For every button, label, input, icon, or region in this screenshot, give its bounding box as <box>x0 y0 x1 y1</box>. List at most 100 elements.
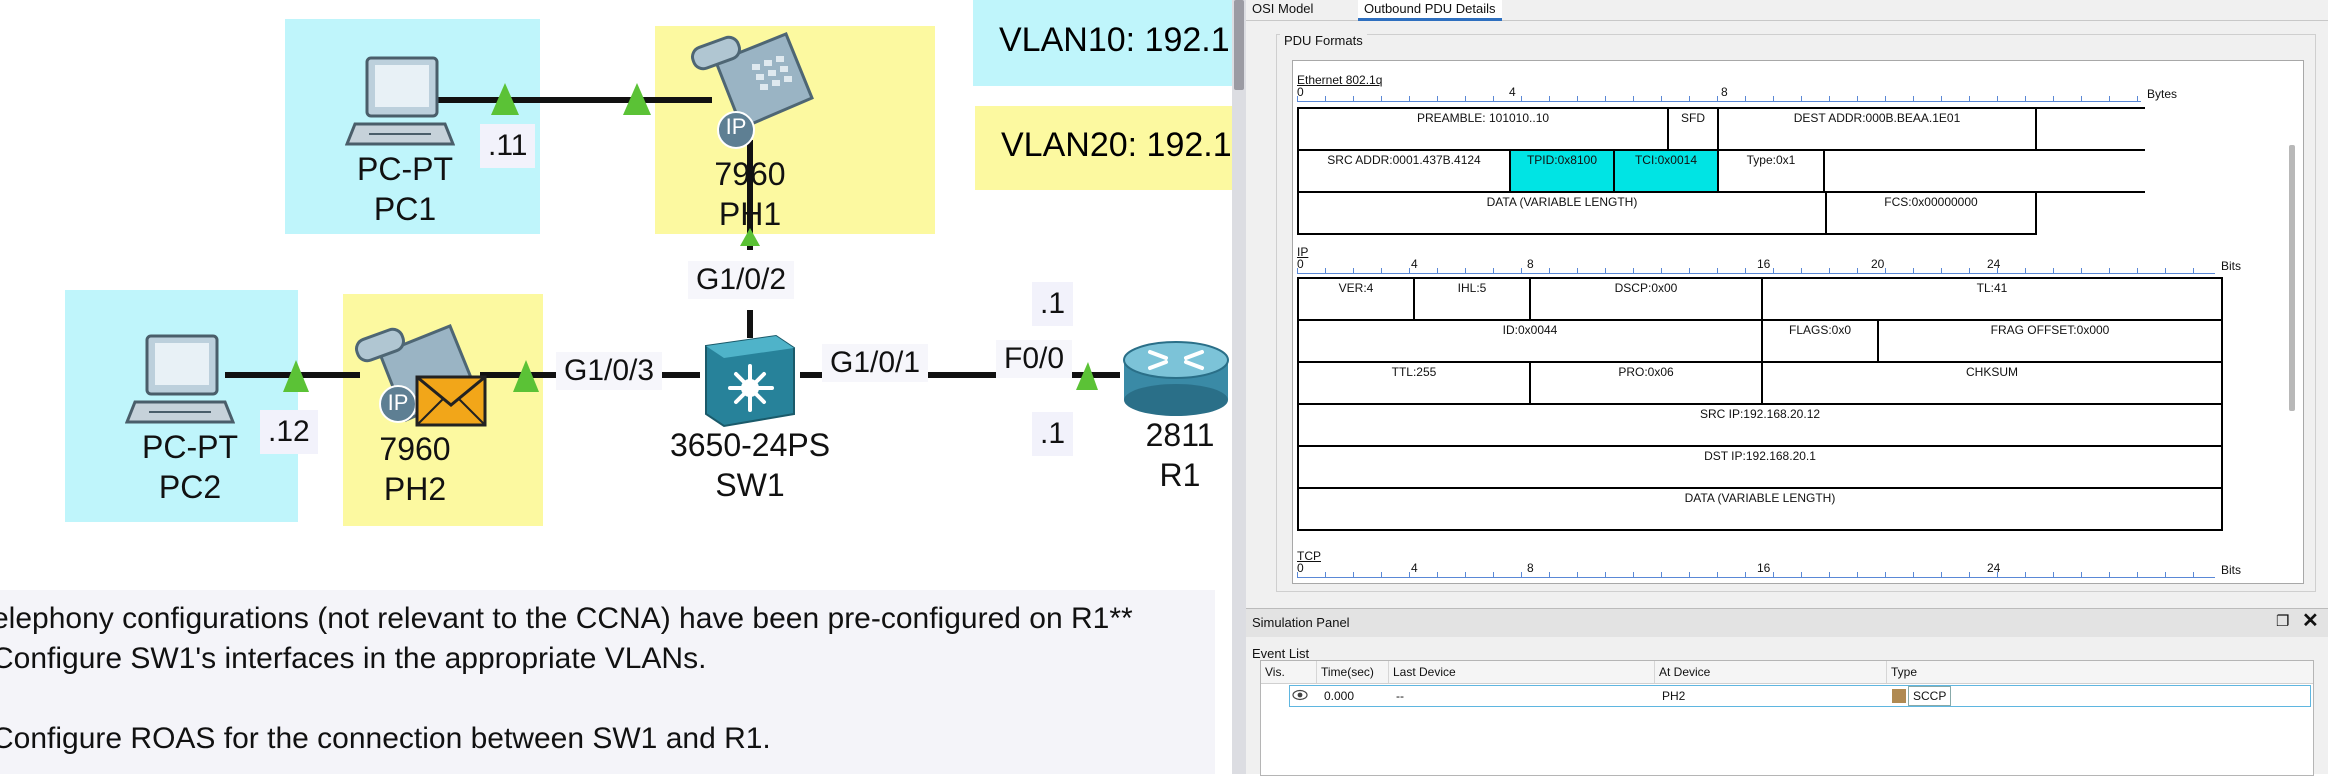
r1-ip-label-bottom: .1 <box>1032 412 1074 456</box>
pdu-formats-title: PDU Formats <box>1280 33 1367 48</box>
event-time: 0.000 <box>1324 689 1355 703</box>
ruler-tick <box>1465 572 1466 577</box>
ruler-tick <box>1353 268 1354 273</box>
tcp-ruler: 0 4 8 16 24 <box>1297 561 2215 578</box>
ruler-tick <box>2137 268 2138 273</box>
topology-canvas[interactable]: VLAN10: 192.1 VLAN20: 192.1 PC-PT PC1 .1… <box>0 0 1232 774</box>
ruler-tick <box>1997 268 1998 273</box>
column-header-type[interactable]: Type <box>1887 661 2313 683</box>
ruler-tick <box>1465 268 1466 273</box>
ruler-tick-label: 16 <box>1757 561 1771 575</box>
ethernet-unit: Bytes <box>2147 87 2178 101</box>
ruler-tick <box>1717 268 1718 273</box>
ph1-model-label: 7960 <box>714 156 786 192</box>
ruler-tick <box>1549 268 1550 273</box>
ruler-tick <box>1661 96 1662 101</box>
pc2-icon[interactable] <box>125 330 235 430</box>
column-header-vis[interactable]: Vis. <box>1261 661 1317 683</box>
eth-type-continued <box>1823 149 2145 193</box>
event-list-label: Event List <box>1252 646 1310 661</box>
pc1-ip-label: .11 <box>480 124 536 168</box>
eth-type-field: Type:0x1 <box>1717 149 1825 193</box>
ruler-tick <box>1381 268 1382 273</box>
eth-tci-field: TCI:0x0014 <box>1613 149 1719 193</box>
event-row[interactable]: 0.000 -- PH2 SCCP <box>1289 685 2311 707</box>
ruler-tick-label: 4 <box>1411 257 1418 271</box>
ruler-tick <box>1689 96 1690 101</box>
port-label-sw-r1: G1/0/1 <box>822 344 929 382</box>
scrollbar-thumb[interactable] <box>1234 0 1244 90</box>
ruler-tick <box>1969 268 1970 273</box>
ruler-tick <box>2025 268 2026 273</box>
ruler-tick <box>1409 268 1410 273</box>
ruler-tick <box>1353 96 1354 101</box>
tab-outbound-pdu-details[interactable]: Outbound PDU Details <box>1358 0 1502 21</box>
ruler-tick <box>1325 268 1326 273</box>
port-label-r1: F0/0 <box>996 340 1073 378</box>
ruler-tick <box>2025 96 2026 101</box>
undock-icon[interactable]: ❐ <box>2276 613 2294 631</box>
instructions-note[interactable]: elephony configurations (not relevant to… <box>0 590 1215 774</box>
ruler-tick <box>1605 96 1606 101</box>
eye-icon[interactable] <box>1292 688 1308 702</box>
ph2-ip-badge: IP <box>387 390 409 415</box>
r1-ip-label-top: .1 <box>1032 282 1074 326</box>
pdu-scrollbar-thumb[interactable] <box>2289 145 2295 411</box>
ruler-tick <box>2193 268 2194 273</box>
ruler-tick <box>1297 96 1298 101</box>
ruler-tick <box>1297 268 1298 273</box>
close-icon[interactable]: ✕ <box>2302 611 2320 631</box>
r1-router-icon[interactable] <box>1120 330 1232 420</box>
canvas-vertical-scrollbar[interactable] <box>1232 0 1246 774</box>
tab-osi-model[interactable]: OSI Model <box>1246 0 1319 18</box>
pc1-model-label: PC-PT <box>357 151 453 187</box>
ruler-tick <box>2109 268 2110 273</box>
ruler-tick-label: 8 <box>1527 257 1534 271</box>
event-list-table[interactable]: Vis. Time(sec) Last Device At Device Typ… <box>1260 660 2314 776</box>
sw1-switch-icon[interactable] <box>700 330 800 430</box>
r1-model-label: 2811 <box>1145 417 1215 453</box>
ruler-tick <box>1521 96 1522 101</box>
instruction-line: Configure ROAS for the connection betwee… <box>0 722 771 755</box>
ruler-tick <box>1801 572 1802 577</box>
ruler-tick <box>1577 572 1578 577</box>
ruler-tick <box>1997 96 1998 101</box>
column-header-at-device[interactable]: At Device <box>1655 661 1887 683</box>
pdu-formats-area[interactable]: Ethernet 802.1q 0 4 8 Bytes PREAMBLE: 10… <box>1292 60 2304 584</box>
pc1-icon[interactable] <box>345 52 455 152</box>
sw1-model-label: 3650-24PS <box>669 427 831 463</box>
envelope-icon[interactable] <box>415 375 487 427</box>
ip-tl-field: TL:41 <box>1761 277 2223 321</box>
eth-dest-continued <box>2035 107 2145 151</box>
ruler-tick <box>1493 268 1494 273</box>
ruler-tick <box>1493 96 1494 101</box>
ruler-tick <box>1913 268 1914 273</box>
ruler-tick-label: 8 <box>1527 561 1534 575</box>
ruler-tick <box>1829 96 1830 101</box>
ruler-tick <box>1521 572 1522 577</box>
ruler-tick <box>1493 572 1494 577</box>
ruler-tick-label: 4 <box>1411 561 1418 575</box>
event-list-header: Vis. Time(sec) Last Device At Device Typ… <box>1261 661 2313 684</box>
ruler-tick-label: 24 <box>1987 561 2001 575</box>
ruler-tick <box>1381 96 1382 101</box>
column-header-last-device[interactable]: Last Device <box>1389 661 1655 683</box>
ruler-tick-label: 0 <box>1297 561 1304 575</box>
tcp-unit: Bits <box>2221 563 2242 577</box>
ruler-tick <box>2165 572 2166 577</box>
ruler-tick <box>1633 96 1634 101</box>
ruler-tick <box>2025 572 2026 577</box>
ph1-name-label: PH1 <box>718 196 782 232</box>
ip-unit: Bits <box>2221 259 2242 273</box>
ruler-tick <box>1801 96 1802 101</box>
ruler-tick <box>1325 572 1326 577</box>
ethernet-section-title: Ethernet 802.1q <box>1297 73 1383 87</box>
ruler-tick <box>1941 268 1942 273</box>
ruler-tick <box>1829 572 1830 577</box>
ruler-tick <box>1857 96 1858 101</box>
pc2-ip-label: .12 <box>260 410 318 454</box>
pdu-information-panel: OSI Model Outbound PDU Details PDU Forma… <box>1246 0 2328 776</box>
ruler-tick <box>1325 96 1326 101</box>
column-header-time[interactable]: Time(sec) <box>1317 661 1389 683</box>
ruler-tick <box>1941 572 1942 577</box>
